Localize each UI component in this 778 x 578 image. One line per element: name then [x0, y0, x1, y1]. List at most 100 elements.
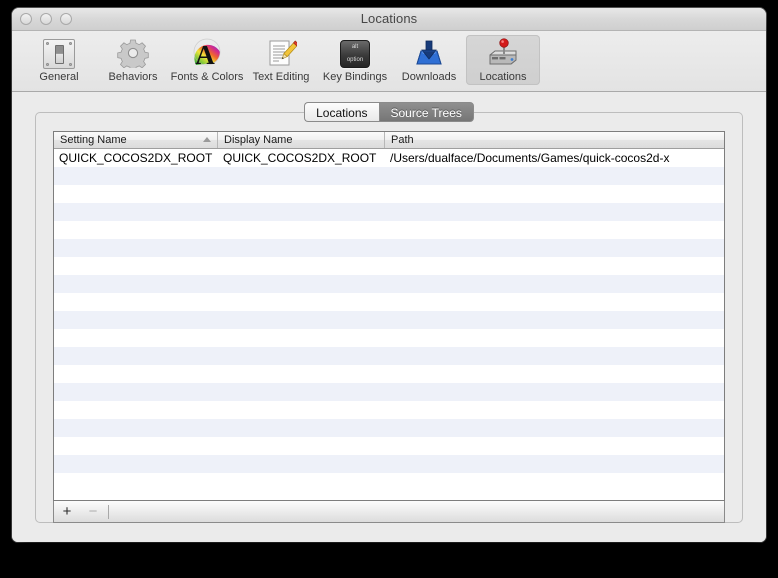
- table-row[interactable]: [54, 383, 724, 401]
- table-row[interactable]: [54, 347, 724, 365]
- cell-path: [385, 275, 724, 293]
- cell-display-name: [218, 293, 385, 311]
- cell-setting-name: [54, 185, 218, 203]
- cell-display-name: [218, 257, 385, 275]
- cell-display-name: [218, 167, 385, 185]
- cell-display-name: [218, 401, 385, 419]
- column-header-display-name[interactable]: Display Name: [218, 132, 385, 148]
- cell-setting-name: [54, 257, 218, 275]
- cell-path: [385, 293, 724, 311]
- toolbar-item-label: Key Bindings: [322, 71, 388, 83]
- table-row[interactable]: [54, 473, 724, 491]
- source-trees-table: Setting Name Display Name Path QUICK_COC…: [53, 131, 725, 501]
- cell-setting-name: [54, 473, 218, 491]
- preferences-toolbar: General Behaviors A Fonts & Colors Text …: [12, 31, 766, 92]
- toolbar-item-label: Downloads: [401, 71, 457, 83]
- window-title: Locations: [360, 11, 418, 26]
- cell-setting-name: [54, 167, 218, 185]
- cell-display-name: [218, 185, 385, 203]
- toolbar-item-locations[interactable]: Locations: [466, 35, 540, 85]
- bottom-bar-separator: [108, 504, 109, 519]
- table-body: QUICK_COCOS2DX_ROOT QUICK_COCOS2DX_ROOT/U…: [54, 149, 724, 491]
- table-row[interactable]: [54, 257, 724, 275]
- cell-display-name: [218, 221, 385, 239]
- table-row[interactable]: [54, 329, 724, 347]
- toolbar-item-fonts-colors[interactable]: A Fonts & Colors: [170, 35, 244, 85]
- remove-source-tree-button[interactable]: −: [80, 502, 106, 522]
- cell-path: [385, 311, 724, 329]
- table-row[interactable]: QUICK_COCOS2DX_ROOT QUICK_COCOS2DX_ROOT/U…: [54, 149, 724, 167]
- table-row[interactable]: [54, 437, 724, 455]
- cell-display-name: [218, 347, 385, 365]
- toolbar-item-label: Text Editing: [252, 71, 310, 83]
- preferences-window: Locations General Behaviors A Fonts & Co…: [12, 8, 766, 542]
- option-key-icon: alt option: [338, 37, 372, 69]
- toolbar-item-label: General: [39, 71, 79, 83]
- preferences-content: Locations Source Trees Setting Name Disp…: [12, 92, 766, 542]
- cell-setting-name: QUICK_COCOS2DX_ROOT: [59, 151, 213, 165]
- cell-path: [385, 455, 724, 473]
- cell-path: [385, 203, 724, 221]
- column-header-label: Path: [391, 134, 414, 146]
- table-row[interactable]: [54, 167, 724, 185]
- cell-setting-name: [54, 311, 218, 329]
- tab-segmented-control: Locations Source Trees: [12, 102, 766, 122]
- table-row[interactable]: [54, 203, 724, 221]
- cell-display-name: [218, 311, 385, 329]
- cell-path: [385, 239, 724, 257]
- toolbar-item-key-bindings[interactable]: alt option Key Bindings: [318, 35, 392, 85]
- toolbar-item-label: Locations: [479, 71, 527, 83]
- cell-display-name: [218, 473, 385, 491]
- toolbar-item-label: Fonts & Colors: [170, 71, 244, 83]
- rainbow-letter-a-icon: A: [190, 37, 224, 70]
- document-pencil-icon: [264, 37, 300, 69]
- cell-display-name: [218, 455, 385, 473]
- cell-path: [385, 185, 724, 203]
- cell-setting-name: [54, 419, 218, 437]
- cell-setting-name: [54, 203, 218, 221]
- tab-source-trees[interactable]: Source Trees: [378, 102, 474, 122]
- cell-path: [385, 383, 724, 401]
- column-header-path[interactable]: Path: [385, 132, 724, 148]
- toolbar-item-downloads[interactable]: Downloads: [392, 35, 466, 85]
- gear-icon: [116, 37, 150, 71]
- tab-content-panel: Setting Name Display Name Path QUICK_COC…: [35, 112, 743, 523]
- cell-setting-name: [54, 365, 218, 383]
- cell-display-name: [218, 329, 385, 347]
- toolbar-item-general[interactable]: General: [22, 35, 96, 85]
- add-source-tree-button[interactable]: +: [54, 502, 80, 522]
- table-row[interactable]: [54, 401, 724, 419]
- column-header-setting-name[interactable]: Setting Name: [54, 132, 218, 148]
- cell-path: [385, 167, 724, 185]
- table-row[interactable]: [54, 419, 724, 437]
- cell-setting-name: [54, 329, 218, 347]
- key-bottom-label: option: [346, 57, 364, 63]
- table-row[interactable]: [54, 455, 724, 473]
- table-row[interactable]: [54, 239, 724, 257]
- table-row[interactable]: [54, 365, 724, 383]
- toolbar-item-text-editing[interactable]: Text Editing: [244, 35, 318, 85]
- table-row[interactable]: [54, 185, 724, 203]
- tab-locations[interactable]: Locations: [304, 102, 379, 122]
- download-tray-icon: [412, 37, 446, 69]
- toolbar-item-behaviors[interactable]: Behaviors: [96, 35, 170, 85]
- table-row[interactable]: [54, 221, 724, 239]
- cell-display-name: QUICK_COCOS2DX_ROOT: [223, 151, 377, 165]
- cell-path: /Users/dualface/Documents/Games/quick-co…: [390, 151, 670, 165]
- column-header-label: Setting Name: [60, 134, 127, 146]
- table-row[interactable]: [54, 275, 724, 293]
- table-row[interactable]: [54, 293, 724, 311]
- cell-setting-name: [54, 437, 218, 455]
- cell-path: [385, 473, 724, 491]
- cell-path: [385, 401, 724, 419]
- cell-display-name: [218, 383, 385, 401]
- cell-display-name: [218, 437, 385, 455]
- cell-setting-name: [54, 275, 218, 293]
- cell-setting-name: [54, 239, 218, 257]
- table-bottom-bar: + −: [53, 501, 725, 523]
- window-titlebar: Locations: [12, 8, 766, 31]
- cell-setting-name: [54, 401, 218, 419]
- cell-path: [385, 347, 724, 365]
- table-row[interactable]: [54, 311, 724, 329]
- cell-setting-name: [54, 383, 218, 401]
